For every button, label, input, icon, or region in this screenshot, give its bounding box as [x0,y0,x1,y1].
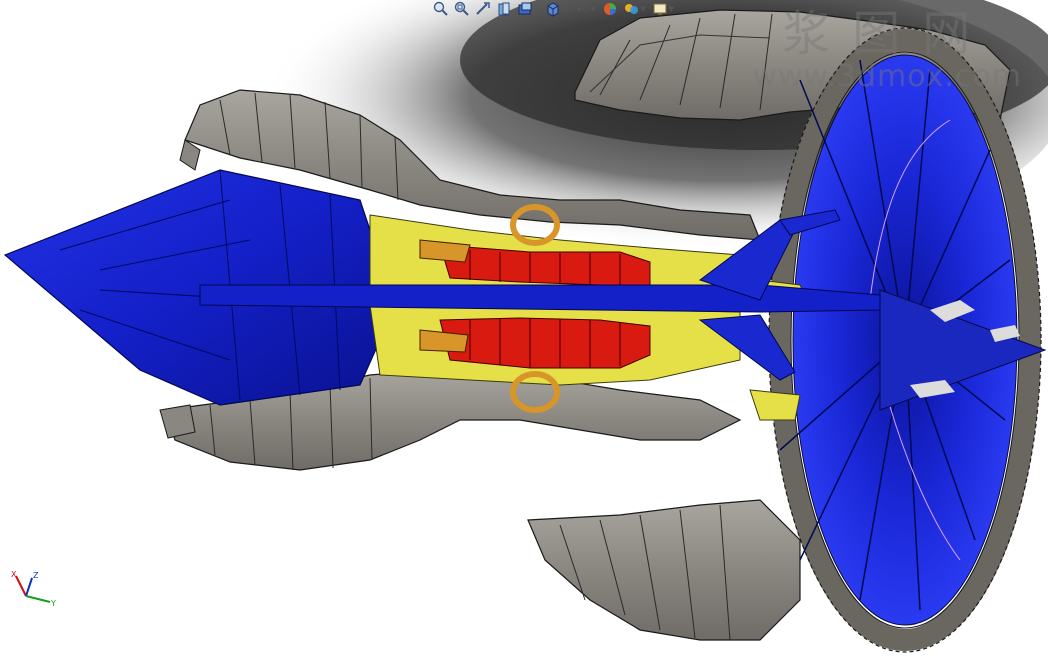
monitor-icon [653,3,667,15]
magnifier-fit-icon [433,1,448,16]
view-orientation-button[interactable] [544,1,562,17]
dropdown-caret-icon[interactable]: ▼ [669,5,674,13]
watermark-brand-text: 浆图网 [782,6,993,62]
graphics-viewport[interactable] [0,0,1048,659]
reference-triad[interactable]: X Z Y [8,566,60,612]
previous-view-icon [476,2,490,15]
edit-appearance-button[interactable] [601,1,619,17]
heads-up-view-toolbar: ▼ ▼ ▼ ▼ ▼ [428,0,680,18]
scene-icon [625,4,639,14]
annotation-icon [518,2,532,15]
section-view-icon [498,2,510,16]
section-view-button[interactable] [495,1,513,17]
engine-model-canvas[interactable] [0,0,1048,659]
apply-scene-button[interactable] [622,1,640,17]
display-style-icon [576,6,588,12]
appearance-sphere-icon [604,3,617,15]
dropdown-caret-icon[interactable]: ▼ [534,5,539,13]
dynamic-annotation-button[interactable] [516,1,534,17]
fan-casing-lower[interactable] [527,499,801,641]
axis-y-label: Y [50,599,56,608]
display-style-button[interactable] [573,1,591,17]
axis-z-label: Z [33,571,39,580]
zoom-to-fit-button[interactable] [432,1,450,17]
watermark: 浆图网 www.3dmox.com [752,6,1022,92]
cube-view-icon [547,2,559,17]
dropdown-caret-icon[interactable]: ▼ [562,5,567,13]
axis-triad-icon: X Z Y [11,570,56,608]
axis-x-label: X [11,570,17,579]
dropdown-caret-icon[interactable]: ▼ [591,5,596,13]
magnifier-area-icon [454,1,469,16]
previous-view-button[interactable] [474,1,492,17]
view-settings-button[interactable] [651,1,669,17]
zoom-to-area-button[interactable] [453,1,471,17]
watermark-url: www.3dmox.com [752,59,1022,94]
dropdown-caret-icon[interactable]: ▼ [640,5,645,13]
